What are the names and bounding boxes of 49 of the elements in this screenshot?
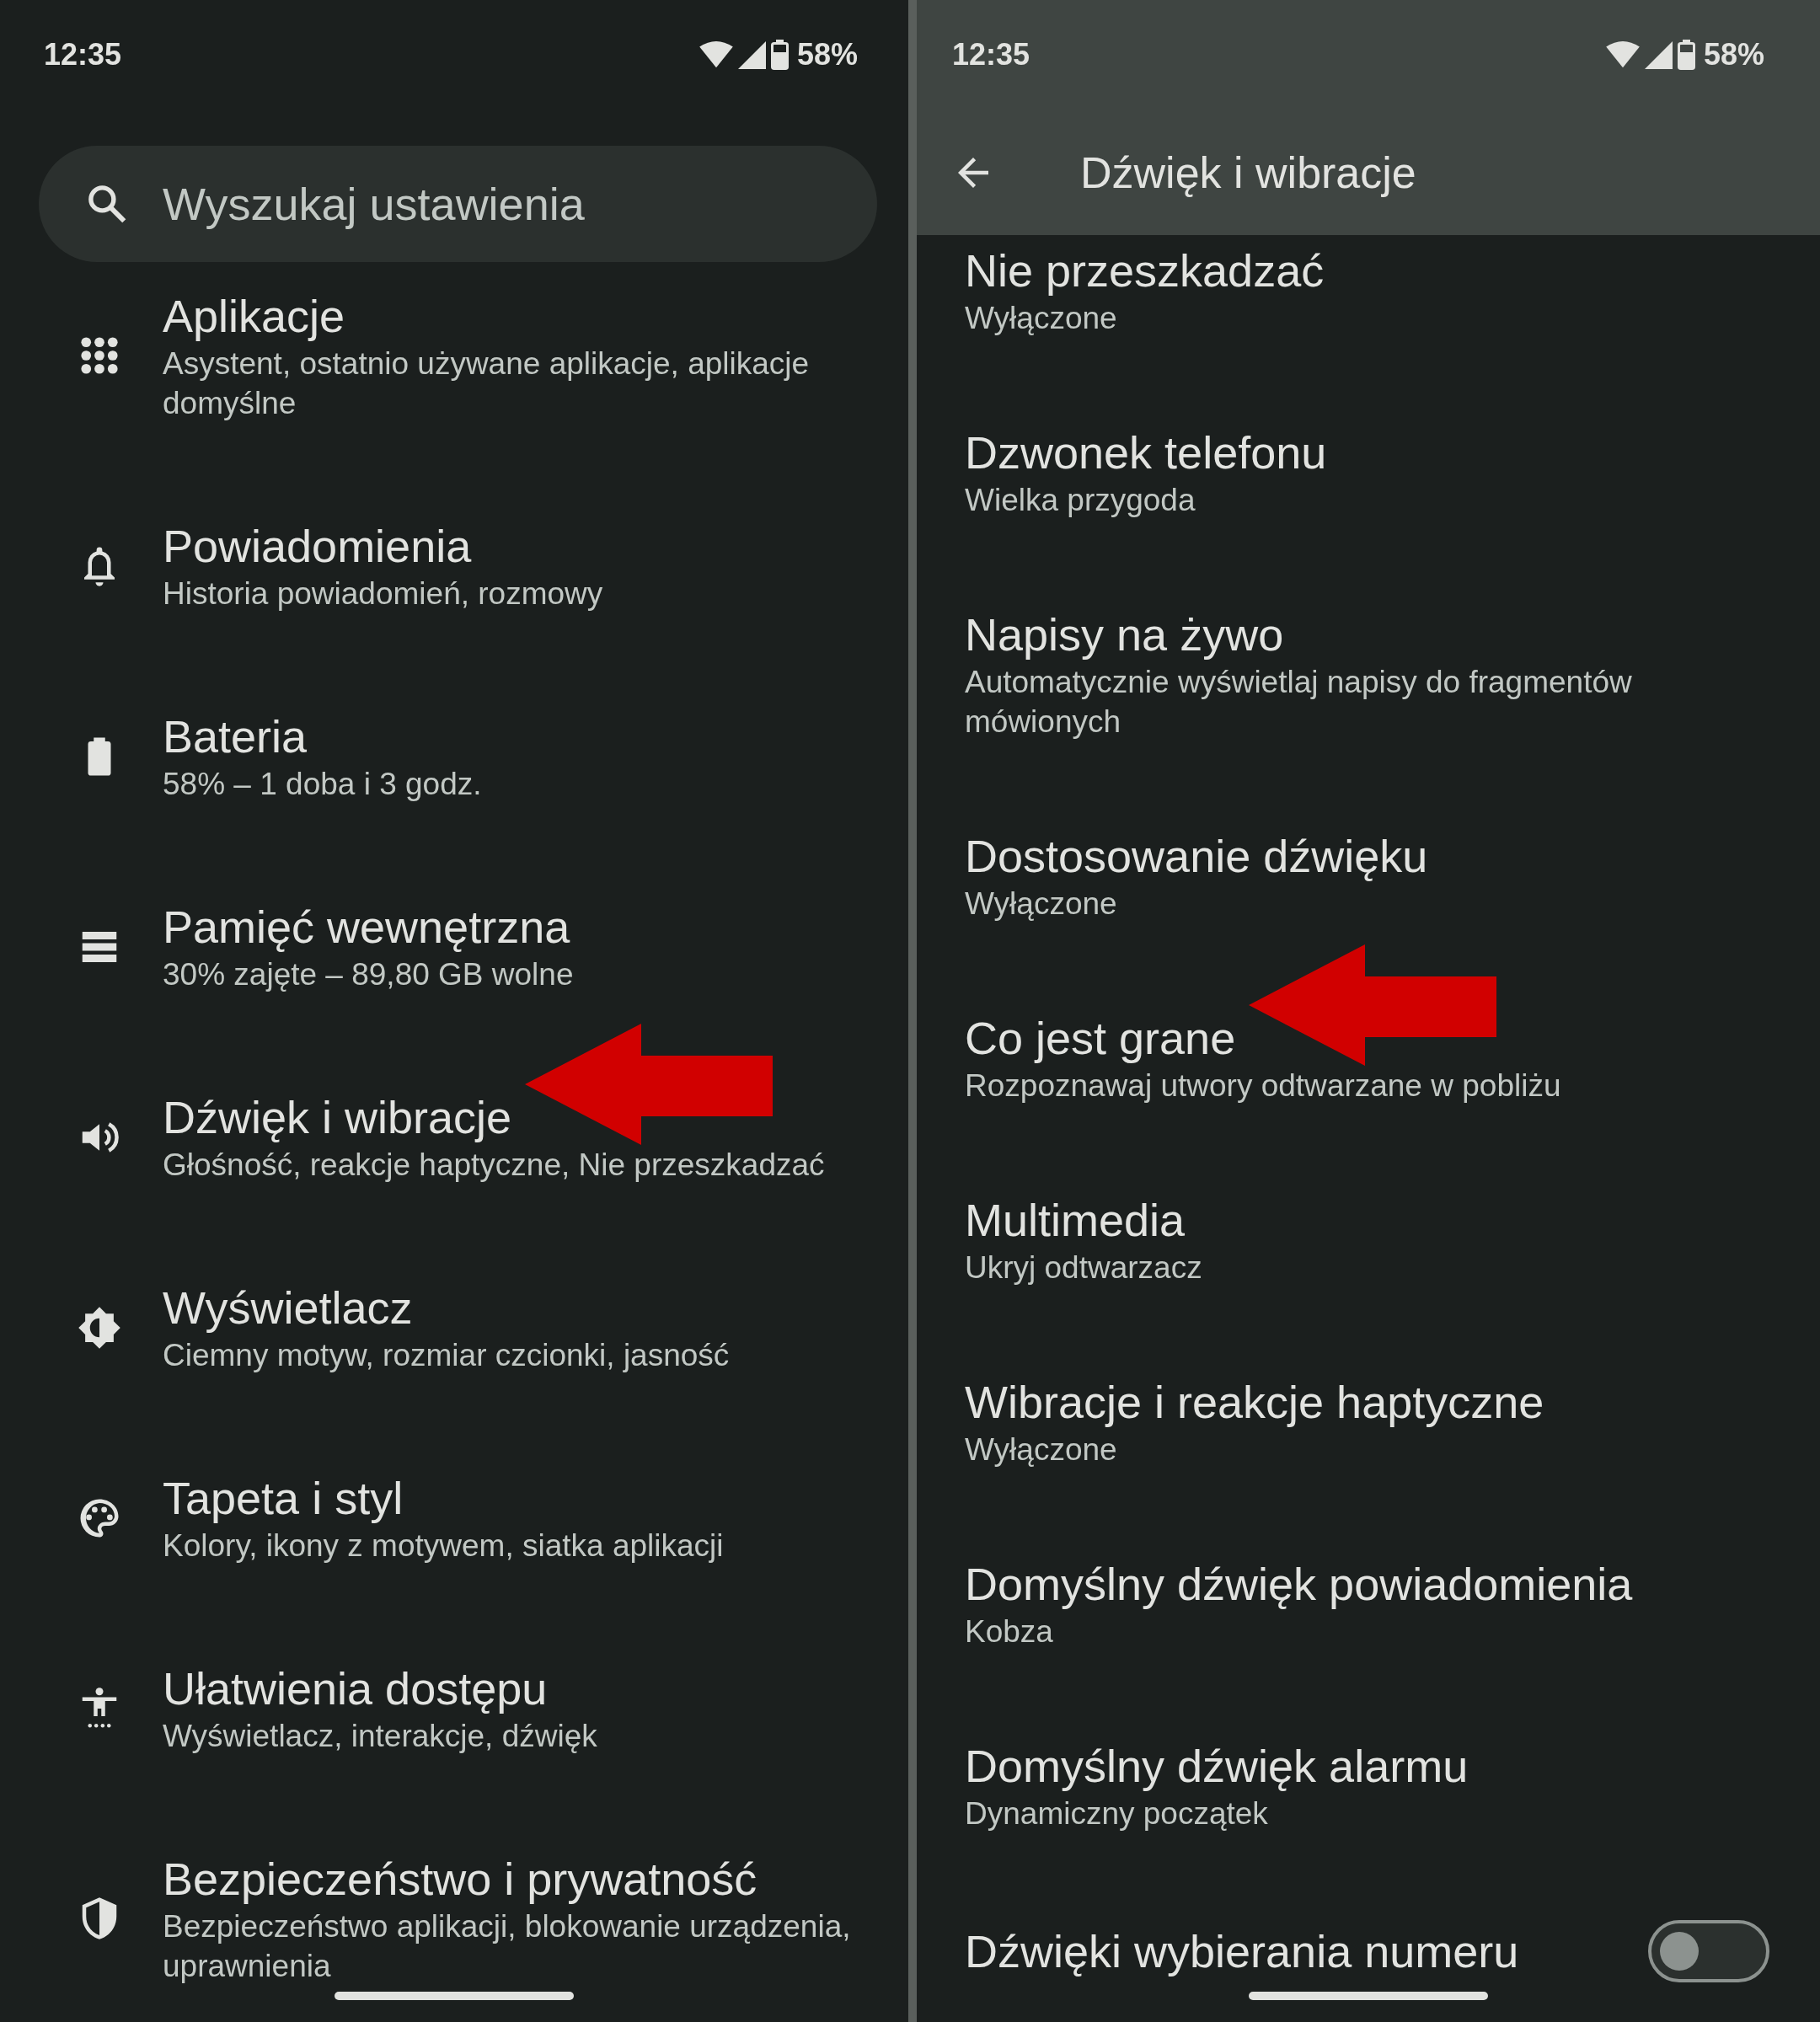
item-summary: 30% zajęte – 89,80 GB wolne — [163, 956, 575, 993]
item-title: Domyślny dźwięk powiadomienia — [965, 1558, 1633, 1611]
item-summary: Wyłączone — [965, 885, 1118, 923]
item-summary: Głośność, reakcje haptyczne, Nie przeszkadzać — [163, 1147, 826, 1184]
item-summary: Historia powiadomień, rozmowy — [163, 575, 604, 612]
item-title: Co jest grane — [965, 1012, 1236, 1065]
item-summary: Asystent, ostatnio używane aplikacje, aplikacje domyślne — [163, 345, 811, 422]
wifi-icon — [1605, 40, 1640, 69]
item-summary: 58% – 1 doba i 3 godz. — [163, 766, 483, 803]
item-summary: Wyłączone — [965, 1431, 1118, 1468]
item-summary: Ukryj odtwarzacz — [965, 1249, 1203, 1286]
item-summary: Ciemny motyw, rozmiar czcionki, jasność — [163, 1337, 731, 1374]
signal-icon — [737, 40, 766, 69]
signal-icon — [1644, 40, 1673, 69]
item-title: Wibracje i reakcje haptyczne — [965, 1376, 1544, 1429]
search-field[interactable]: Wyszukaj ustawienia — [39, 146, 877, 262]
screen-title: Dźwięk i wibracje — [1080, 147, 1416, 198]
item-title: Ułatwienia dostępu — [163, 1662, 548, 1715]
item-summary: Kolory, ikony z motywem, siatka aplikacji — [163, 1527, 725, 1565]
battery-percentage: 58% — [1703, 37, 1764, 72]
item-summary: Wielka przygoda — [965, 482, 1196, 519]
battery-icon — [770, 40, 789, 70]
item-title: Wyświetlacz — [163, 1281, 413, 1335]
item-title: Dzwonek telefonu — [965, 426, 1327, 479]
clock-time: 12:35 — [952, 37, 1030, 72]
battery-percentage: 58% — [796, 37, 858, 72]
item-title: Dźwięki wybierania numeru — [965, 1925, 1519, 1978]
item-title: Nie przeszkadzać — [965, 244, 1325, 297]
battery-icon — [1677, 40, 1695, 70]
item-title: Tapeta i styl — [163, 1472, 404, 1525]
item-title: Multimedia — [965, 1194, 1186, 1247]
item-summary: Kobza — [965, 1613, 1054, 1650]
item-summary: Automatycznie wyświetlaj napisy do fragmentów mówionych — [965, 664, 1633, 741]
clock-time: 12:35 — [44, 37, 122, 72]
item-title: Aplikacje — [163, 290, 345, 343]
item-summary: Wyświetlacz, interakcje, dźwięk — [163, 1718, 598, 1755]
item-summary: Rozpoznawaj utwory odtwarzane w pobliżu — [965, 1067, 1562, 1105]
item-title: Napisy na żywo — [965, 608, 1284, 661]
wifi-icon — [699, 40, 733, 69]
item-title: Dźwięk i wibracje — [163, 1091, 512, 1144]
item-title: Bezpieczeństwo i prywatność — [163, 1853, 757, 1906]
item-summary: Dynamiczny początek — [965, 1795, 1269, 1832]
item-summary: Wyłączone — [965, 300, 1118, 337]
item-title: Bateria — [163, 710, 308, 763]
item-summary: Bezpieczeństwo aplikacji, blokowanie urządzenia, uprawnienia — [163, 1908, 852, 1985]
item-title: Pamięć wewnętrzna — [163, 901, 570, 954]
item-title: Dostosowanie dźwięku — [965, 830, 1428, 883]
item-title: Domyślny dźwięk alarmu — [965, 1740, 1469, 1793]
item-title: Powiadomienia — [163, 520, 472, 573]
